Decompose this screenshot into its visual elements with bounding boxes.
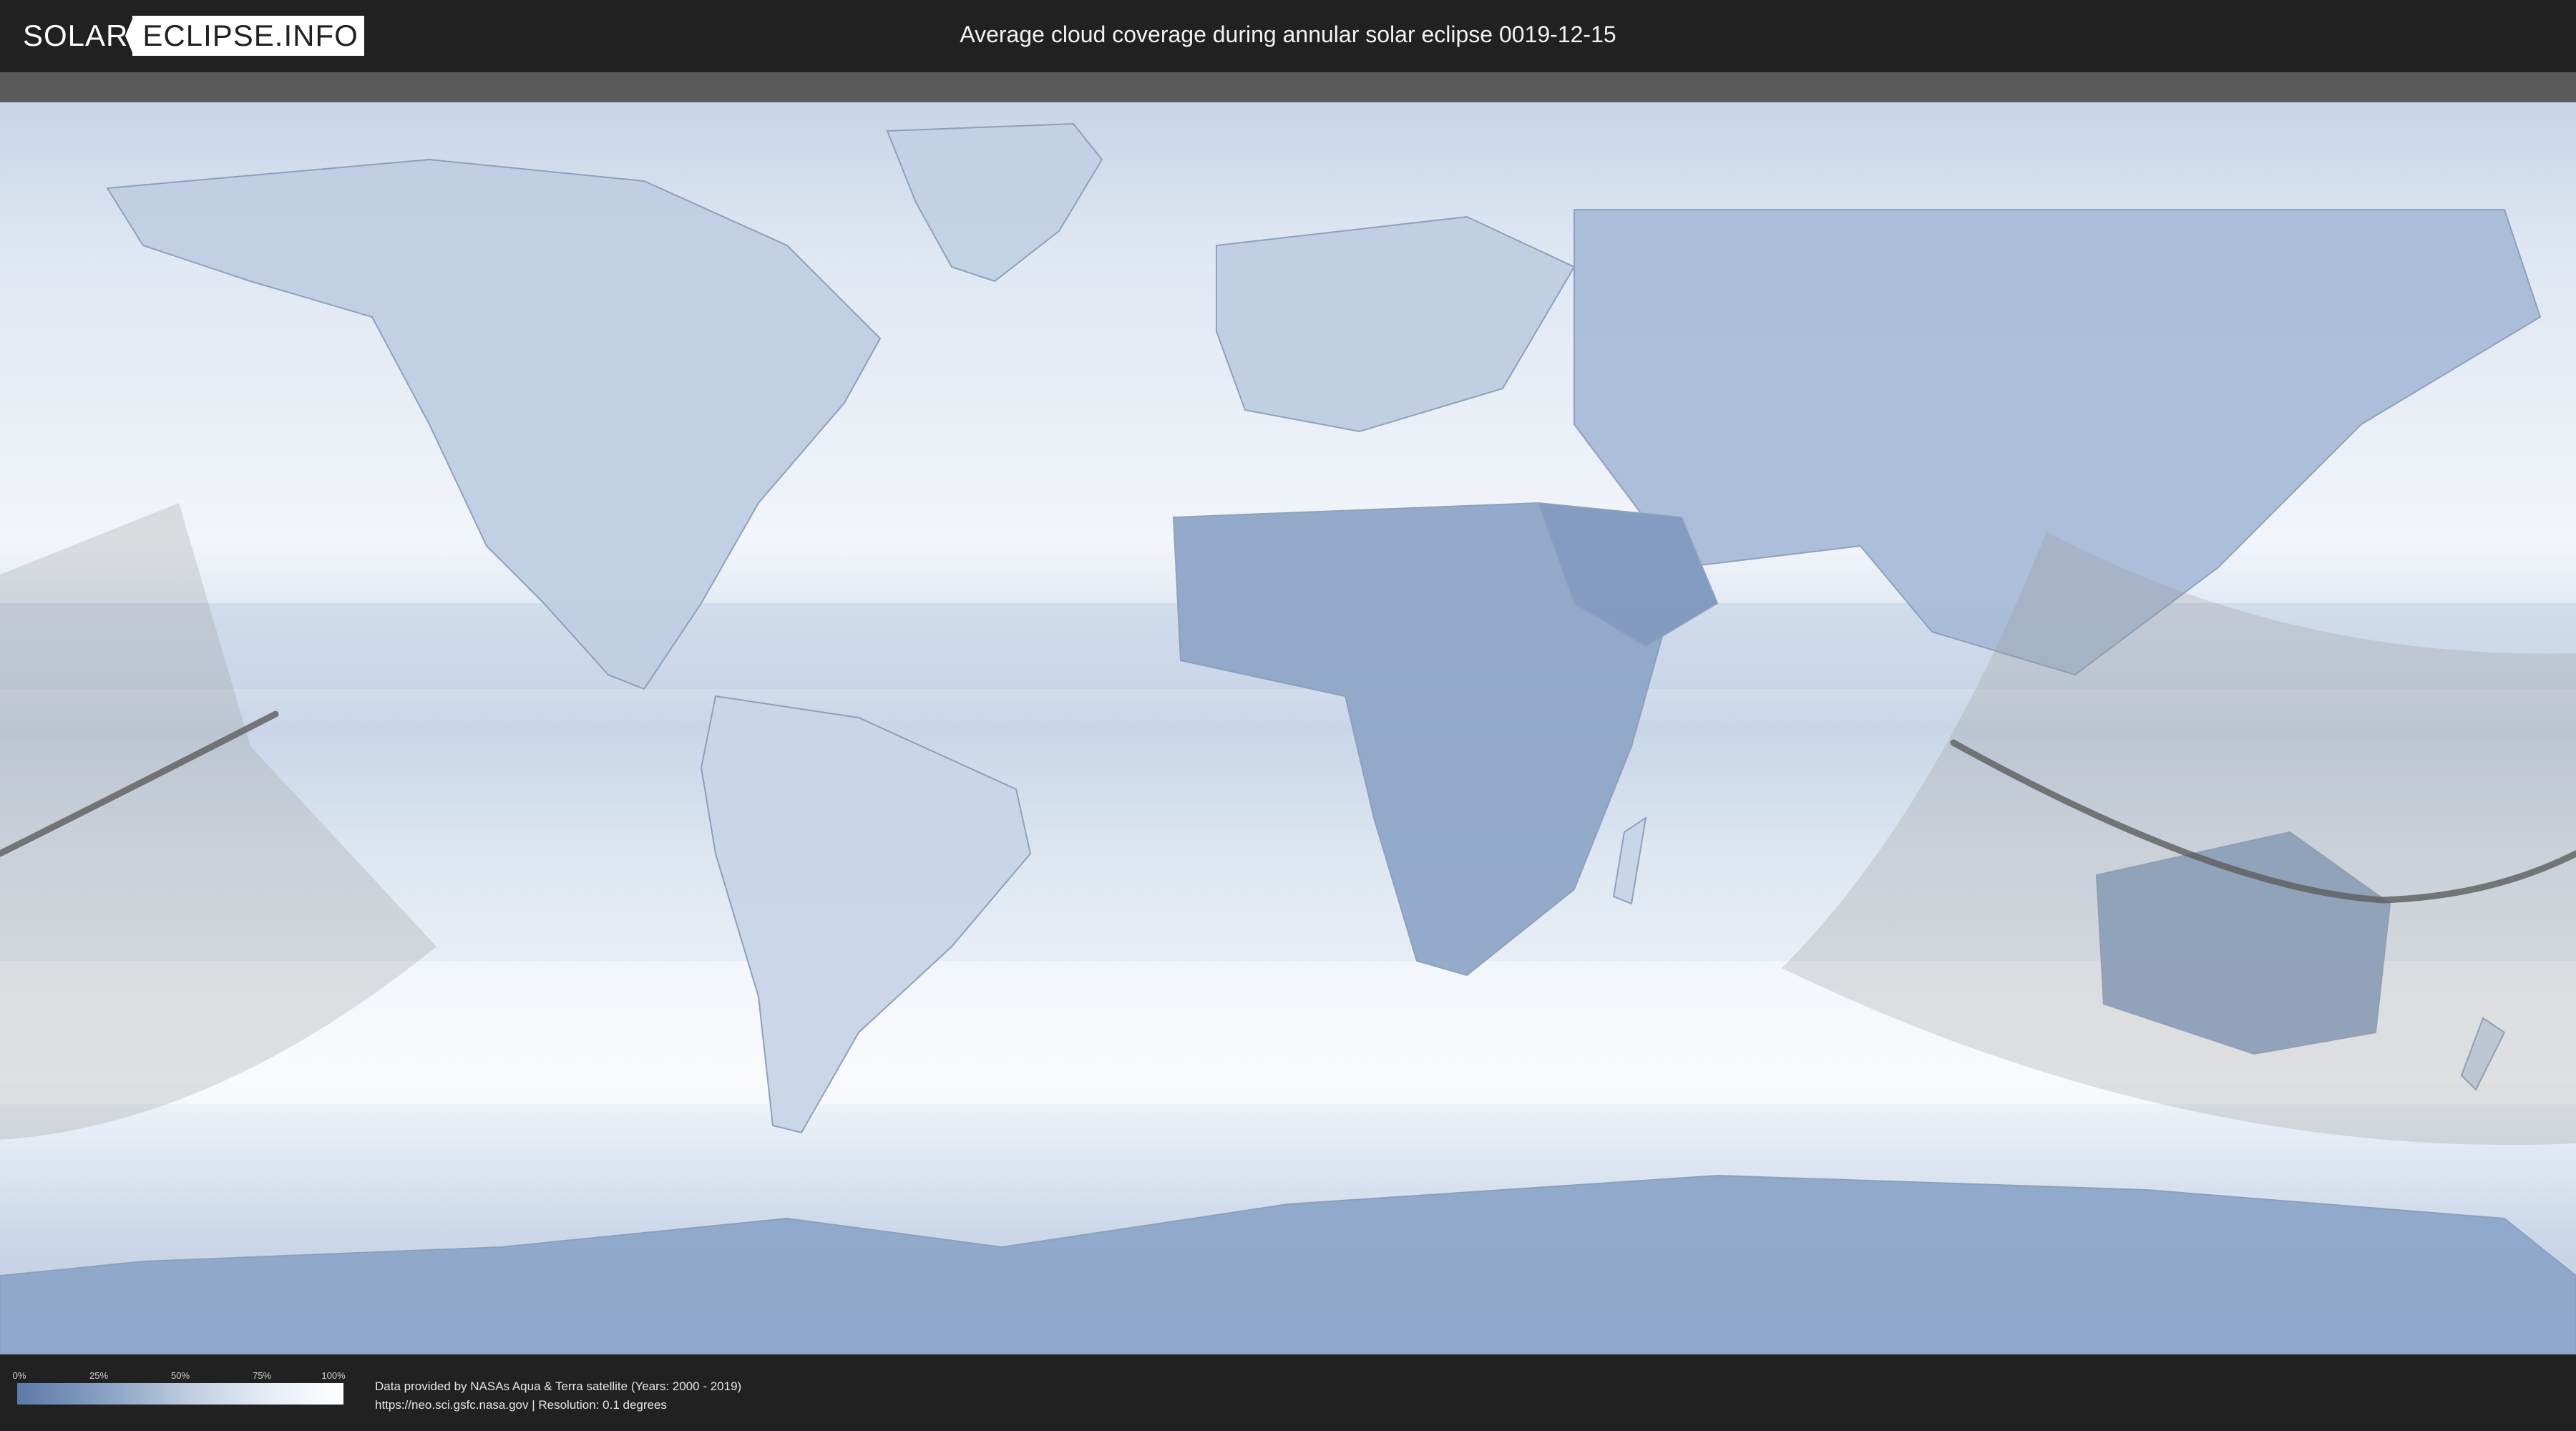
page-title: Average cloud coverage during annular so… — [960, 21, 1616, 47]
legend-tick: 75% — [252, 1370, 272, 1381]
site-logo[interactable]: SOLAR ECLIPSE.INFO — [23, 16, 364, 56]
footer: 0% 25% 50% 75% 100% Data provided by NAS… — [0, 1354, 2576, 1431]
map-svg — [0, 102, 2576, 1354]
legend-ticks: 0% 25% 50% 75% 100% — [13, 1370, 346, 1383]
cloud-coverage-map — [0, 102, 2576, 1354]
data-credits: Data provided by NASAs Aqua & Terra sate… — [375, 1377, 741, 1415]
credit-line-url: https://neo.sci.gsfc.nasa.gov | Resoluti… — [375, 1398, 667, 1412]
logo-text-left: SOLAR — [23, 19, 129, 52]
cloud-coverage-legend: 0% 25% 50% 75% 100% — [13, 1370, 346, 1405]
legend-tick: 100% — [321, 1370, 346, 1381]
legend-tick: 50% — [170, 1370, 190, 1381]
logo-text-right: ECLIPSE.INFO — [125, 16, 364, 56]
legend-tick: 25% — [89, 1370, 109, 1381]
legend-color-bar — [17, 1383, 343, 1405]
header-divider — [0, 72, 2576, 102]
credit-line-source: Data provided by NASAs Aqua & Terra sate… — [375, 1379, 742, 1393]
header: SOLAR ECLIPSE.INFO Average cloud coverag… — [0, 0, 2576, 72]
legend-tick: 0% — [12, 1370, 26, 1381]
